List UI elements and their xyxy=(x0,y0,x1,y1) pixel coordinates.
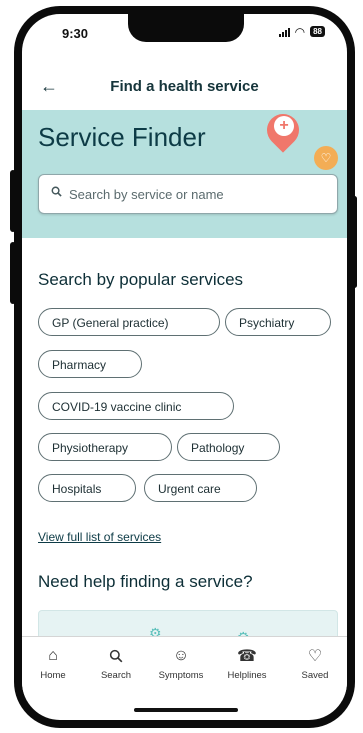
tab-saved[interactable]: ♡ Saved xyxy=(288,643,342,681)
status-time: 9:30 xyxy=(62,26,89,41)
volume-up-button xyxy=(10,170,16,232)
service-pill-gp[interactable]: GP (General practice) xyxy=(38,308,220,336)
wifi-icon: ◠ xyxy=(294,24,306,39)
power-button xyxy=(352,196,357,288)
battery-icon: 88 xyxy=(310,26,325,37)
heart-icon: ♡ xyxy=(307,648,323,665)
tab-home[interactable]: ⌂ Home xyxy=(26,643,80,681)
phone-icon: ☎ xyxy=(237,648,257,665)
service-finder-hero: Service Finder + ♡ xyxy=(22,107,347,238)
service-pill-pathology[interactable]: Pathology xyxy=(177,433,280,461)
help-heading: Need help finding a service? xyxy=(38,572,253,591)
phone-screen: 9:30 ◠ 88 ← Find a health service Servic… xyxy=(22,14,347,720)
search-icon xyxy=(89,643,143,669)
search-box[interactable] xyxy=(38,174,338,214)
hero-title: Service Finder xyxy=(38,122,206,152)
signal-icon xyxy=(278,27,290,37)
tab-symptoms[interactable]: ☺ Symptoms xyxy=(154,643,208,681)
app-bar: ← Find a health service xyxy=(22,70,347,110)
heartbeat-icon: ♡ xyxy=(314,146,338,170)
bottom-tab-bar: ⌂ Home Search ☺ Symptoms ☎ Helplines ♡ S… xyxy=(22,636,347,701)
home-indicator xyxy=(134,708,238,712)
search-input[interactable] xyxy=(67,183,327,205)
service-pill-hospitals[interactable]: Hospitals xyxy=(38,474,136,502)
service-pill-psychiatry[interactable]: Psychiatry xyxy=(225,308,331,336)
service-pill-physiotherapy[interactable]: Physiotherapy xyxy=(38,433,172,461)
symptoms-icon: ☺ xyxy=(172,647,190,664)
search-icon xyxy=(51,186,62,197)
page-title: Find a health service xyxy=(110,78,259,95)
status-bar: 9:30 ◠ 88 xyxy=(22,24,347,42)
tab-helplines[interactable]: ☎ Helplines xyxy=(220,643,274,681)
tab-search[interactable]: Search xyxy=(89,643,143,681)
medical-cross-icon: + xyxy=(274,116,294,136)
popular-services-heading: Search by popular services xyxy=(38,270,244,289)
service-pill-urgent-care[interactable]: Urgent care xyxy=(144,474,257,502)
service-pill-covid-vaccine[interactable]: COVID-19 vaccine clinic xyxy=(38,392,234,420)
service-pill-pharmacy[interactable]: Pharmacy xyxy=(38,350,142,378)
home-icon: ⌂ xyxy=(48,647,58,664)
view-all-services-link[interactable]: View full list of services xyxy=(38,530,161,544)
volume-down-button xyxy=(10,242,16,304)
